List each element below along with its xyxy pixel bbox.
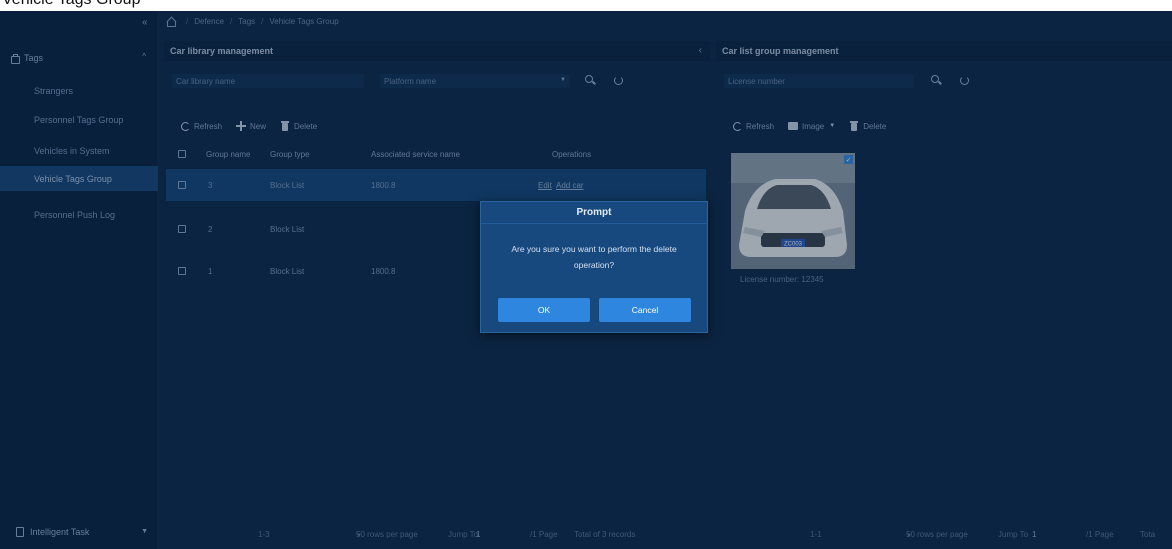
vehicle-photo: ZC003 xyxy=(731,153,855,269)
select-all-checkbox[interactable] xyxy=(178,150,186,158)
column-header: Group name xyxy=(206,149,251,159)
page-caption: Vehicle Tags Group xyxy=(0,0,1172,11)
delete-button[interactable]: Delete xyxy=(849,121,886,131)
collapse-sidebar-icon[interactable]: « xyxy=(142,17,148,28)
breadcrumb-item[interactable]: Defence xyxy=(194,17,224,26)
dialog-title: Prompt xyxy=(481,202,707,224)
chevron-down-icon: ▼ xyxy=(141,528,148,535)
sidebar-footer-label: Intelligent Task xyxy=(30,527,90,537)
right-toolbar: Refresh Image ▼ Delete xyxy=(732,119,900,133)
image-dropdown-button[interactable]: Image ▼ xyxy=(788,121,835,131)
dialog-message: Are you sure you want to perform the del… xyxy=(511,244,677,270)
sidebar-item-personnel-tags-group[interactable]: Personnel Tags Group xyxy=(0,107,158,132)
service-name-cell: 1800.8 xyxy=(371,180,396,190)
trash-icon xyxy=(849,121,859,131)
sidebar-item-strangers[interactable]: Strangers xyxy=(0,78,158,103)
vehicle-card[interactable]: ZC003 ✓ xyxy=(731,153,855,269)
app-window: « Tags ^ Strangers Personnel Tags Group … xyxy=(0,11,1172,549)
row-checkbox[interactable] xyxy=(178,267,186,275)
group-type-cell: Block List xyxy=(270,180,305,190)
pager-range: 1-1 xyxy=(810,529,822,539)
column-header: Operations xyxy=(552,149,592,159)
per-page-select[interactable]: 50 rows per page ▼ xyxy=(356,530,418,539)
home-icon[interactable] xyxy=(166,17,176,27)
ok-button[interactable]: OK xyxy=(498,298,590,322)
breadcrumb: / Defence / Tags / Vehicle Tags Group xyxy=(166,14,339,28)
pager-pages: /1 Page xyxy=(1086,529,1114,539)
license-plate-text: ZC003 xyxy=(784,242,803,248)
table-header-row: Group name Group type Associated service… xyxy=(166,147,706,161)
sidebar-item-vehicles-in-system[interactable]: Vehicles in System xyxy=(0,138,158,163)
group-type-cell: Block List xyxy=(270,224,305,234)
row-checkbox[interactable] xyxy=(178,181,186,189)
chevron-down-icon: ▼ xyxy=(560,77,566,83)
pager-total: Tota xyxy=(1140,529,1156,539)
search-icon[interactable] xyxy=(584,74,598,88)
jump-input[interactable]: 1 xyxy=(476,530,480,539)
column-header: Associated service name xyxy=(371,149,460,159)
refresh-button[interactable]: Refresh xyxy=(732,121,774,131)
refresh-icon xyxy=(732,121,742,131)
left-toolbar: Refresh New Delete xyxy=(180,119,331,133)
sidebar-item-label: Personnel Tags Group xyxy=(34,114,124,125)
breadcrumb-item[interactable]: Tags xyxy=(238,17,255,26)
reset-icon[interactable] xyxy=(612,74,626,88)
sidebar-item-vehicle-tags-group[interactable]: Vehicle Tags Group xyxy=(0,166,158,191)
per-page-select[interactable]: 50 rows per page ▼ xyxy=(906,530,968,539)
cancel-button[interactable]: Cancel xyxy=(599,298,691,322)
car-library-name-input[interactable]: Car library name xyxy=(172,74,364,88)
chevron-up-icon: ^ xyxy=(142,52,146,61)
jump-label: Jump To xyxy=(448,529,479,539)
refresh-icon xyxy=(180,121,190,131)
plus-icon xyxy=(236,121,247,131)
jump-label: Jump To xyxy=(998,529,1029,539)
trash-icon xyxy=(280,121,290,131)
sidebar-item-label: Vehicles in System xyxy=(34,145,110,156)
task-icon xyxy=(16,527,24,537)
search-icon[interactable] xyxy=(930,74,944,88)
platform-name-select[interactable]: Platform name ▼ xyxy=(380,74,570,88)
image-icon xyxy=(788,121,799,131)
group-name-cell: 1 xyxy=(208,266,213,276)
group-name-cell: 2 xyxy=(208,224,213,234)
breadcrumb-item: Vehicle Tags Group xyxy=(269,16,339,26)
new-button[interactable]: New xyxy=(236,121,266,131)
collapse-panel-icon[interactable]: ‹ xyxy=(699,45,702,56)
sidebar-section-tags[interactable]: Tags ^ xyxy=(10,49,150,67)
sidebar-item-label: Vehicle Tags Group xyxy=(34,173,112,184)
car-library-header: Car library management ‹ xyxy=(164,41,710,61)
reset-icon[interactable] xyxy=(958,74,972,88)
service-name-cell: 1800.8 xyxy=(371,266,396,276)
add-car-link[interactable]: Add car xyxy=(556,181,584,190)
group-name-cell: 3 xyxy=(208,180,213,190)
pager-range: 1-3 xyxy=(258,529,270,539)
left-pagination: 1-3 50 rows per page ▼ Jump To 1 /1 Page… xyxy=(166,527,706,541)
column-header: Group type xyxy=(270,149,310,159)
sidebar-item-label: Strangers xyxy=(34,85,74,96)
row-checkbox[interactable] xyxy=(178,225,186,233)
table-row[interactable]: 3 Block List 1800.8 Edit Add car xyxy=(166,169,706,201)
jump-input[interactable]: 1 xyxy=(1032,530,1036,539)
edit-link[interactable]: Edit xyxy=(538,181,552,190)
pager-pages: /1 Page xyxy=(530,529,558,539)
panel-title: Car list group management xyxy=(722,46,839,56)
refresh-button[interactable]: Refresh xyxy=(180,121,222,131)
pager-total: Total of 3 records xyxy=(574,529,636,539)
sidebar-item-intelligent-task[interactable]: Intelligent Task ▼ xyxy=(0,515,158,549)
chevron-down-icon: ▼ xyxy=(829,123,836,129)
right-pagination: 1-1 50 rows per page ▼ Jump To 1 /1 Page… xyxy=(716,527,1172,541)
panel-title: Car library management xyxy=(170,46,274,56)
tag-icon xyxy=(10,53,20,64)
group-type-cell: Block List xyxy=(270,266,305,276)
delete-button[interactable]: Delete xyxy=(280,121,317,131)
license-number-input[interactable]: License number xyxy=(724,74,914,88)
card-license-caption: License number: 12345 xyxy=(740,275,824,284)
card-checkbox[interactable]: ✓ xyxy=(844,155,853,164)
sidebar-item-label: Personnel Push Log xyxy=(34,209,116,220)
delete-confirm-dialog: Prompt Are you sure you want to perform … xyxy=(480,201,708,333)
sidebar: « Tags ^ Strangers Personnel Tags Group … xyxy=(0,11,158,549)
car-list-group-header: Car list group management xyxy=(716,41,1172,61)
sidebar-item-personnel-push-log[interactable]: Personnel Push Log xyxy=(0,202,158,227)
sidebar-section-label: Tags xyxy=(24,53,44,63)
